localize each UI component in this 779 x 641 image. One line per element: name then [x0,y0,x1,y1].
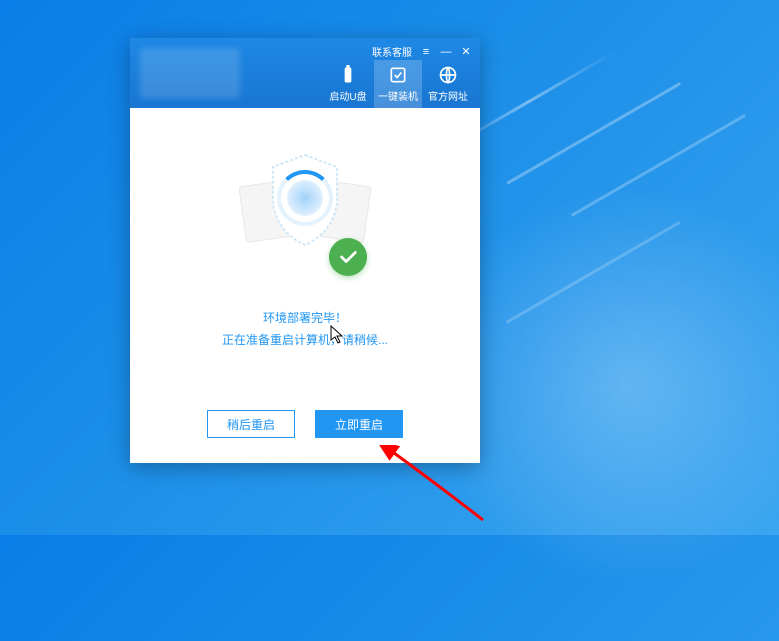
tab-label: 启动U盘 [329,88,366,103]
success-check-icon [329,238,367,276]
app-logo [140,48,240,98]
titlebar-controls: 联系客服 ≡ ― ✕ [372,44,472,59]
restart-now-button[interactable]: 立即重启 [315,410,403,438]
tab-label: 官方网址 [428,88,468,103]
minimize-button[interactable]: ― [440,46,452,58]
app-window: 联系客服 ≡ ― ✕ 启动U盘 一键装机 官方网址 [130,38,480,463]
status-text: 环境部署完毕！ 正在准备重启计算机，请稍候... [222,308,388,351]
usb-icon [338,65,358,85]
button-row: 稍后重启 立即重启 [130,410,480,438]
nav-tabs: 启动U盘 一键装机 官方网址 [324,60,472,108]
menu-icon[interactable]: ≡ [420,46,432,58]
app-header: 联系客服 ≡ ― ✕ 启动U盘 一键装机 官方网址 [130,38,480,108]
globe-icon [438,65,458,85]
status-subtitle: 正在准备重启计算机，请稍候... [222,330,388,352]
tab-label: 一键装机 [378,88,418,103]
contact-support-link[interactable]: 联系客服 [372,44,412,59]
restart-later-button[interactable]: 稍后重启 [207,410,295,438]
tab-boot-usb[interactable]: 启动U盘 [324,60,372,108]
status-title: 环境部署完毕！ [222,308,388,330]
app-body: 环境部署完毕！ 正在准备重启计算机，请稍候... 稍后重启 立即重启 [130,108,480,463]
status-graphic [235,148,375,288]
tab-one-click-install[interactable]: 一键装机 [374,60,422,108]
close-button[interactable]: ✕ [460,46,472,58]
install-icon [388,65,408,85]
tab-official-site[interactable]: 官方网址 [424,60,472,108]
